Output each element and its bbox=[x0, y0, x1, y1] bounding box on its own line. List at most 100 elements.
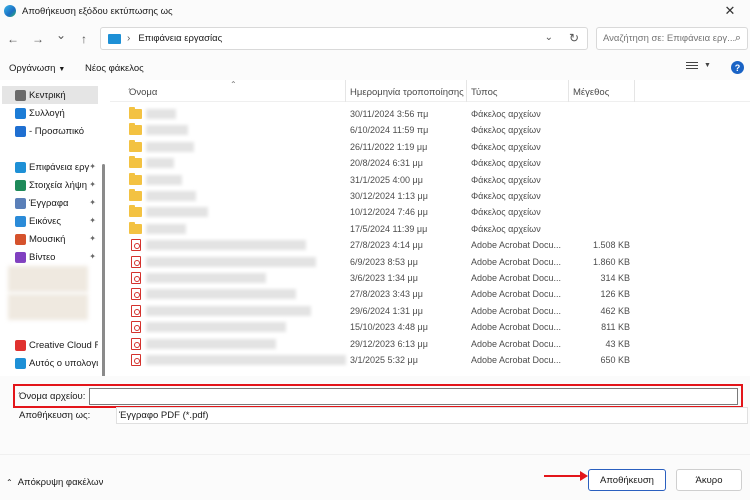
sidebar-item[interactable]: Συλλογή bbox=[2, 104, 98, 122]
back-icon[interactable]: ← bbox=[5, 31, 21, 47]
new-folder-button[interactable]: Νέος φάκελος bbox=[85, 63, 144, 74]
close-icon[interactable]: ✕ bbox=[710, 0, 750, 22]
recent-locations-icon[interactable]: ⌄ bbox=[53, 27, 69, 43]
redacted-region bbox=[8, 294, 88, 320]
filename-input[interactable] bbox=[89, 388, 738, 405]
address-path[interactable]: Επιφάνεια εργασίας bbox=[138, 33, 222, 44]
file-row[interactable]: 15/10/2023 4:48 μμ Adobe Acrobat Docu... 8… bbox=[110, 319, 750, 335]
sidebar-item[interactable]: Βίντεο ✦ bbox=[2, 248, 98, 266]
file-row[interactable]: 29/6/2024 1:31 μμ Adobe Acrobat Docu... 46… bbox=[110, 303, 750, 319]
file-row[interactable]: 3/1/2025 5:32 μμ Adobe Acrobat Docu... 650… bbox=[110, 352, 750, 368]
column-size[interactable]: Μέγεθος bbox=[573, 87, 609, 98]
title-bar: Αποθήκευση εξόδου εκτύπωσης ως ✕ bbox=[0, 0, 750, 22]
chevron-down-icon[interactable]: ⌄ bbox=[545, 32, 553, 43]
column-divider[interactable] bbox=[345, 80, 346, 102]
videos-icon bbox=[15, 251, 26, 263]
address-bar[interactable]: › Επιφάνεια εργασίας ⌄ ↻ bbox=[100, 27, 588, 50]
column-type[interactable]: Τύπος bbox=[471, 87, 497, 98]
folder-row[interactable]: 17/5/2024 11:39 μμ Φάκελος αρχείων bbox=[110, 221, 750, 237]
column-divider[interactable] bbox=[466, 80, 467, 102]
sidebar-item[interactable]: Κεντρική bbox=[2, 86, 98, 104]
file-date: 29/12/2023 6:13 μμ bbox=[350, 338, 428, 349]
sidebar-item[interactable]: Στοιχεία λήψη ✦ bbox=[2, 176, 98, 194]
file-date: 17/5/2024 11:39 μμ bbox=[350, 223, 428, 234]
sidebar-item-label: Εικόνες bbox=[29, 215, 61, 227]
file-size: 650 KB bbox=[600, 355, 630, 365]
navigation-scrollbar[interactable] bbox=[101, 164, 106, 376]
chevron-up-icon: ⌃ bbox=[6, 478, 13, 487]
up-icon[interactable]: ↑ bbox=[76, 31, 92, 47]
documents-icon bbox=[15, 197, 26, 209]
forward-icon[interactable]: → bbox=[30, 31, 46, 47]
file-type: Φάκελος αρχείων bbox=[471, 223, 541, 234]
file-date: 10/12/2024 7:46 μμ bbox=[350, 207, 428, 218]
folder-icon bbox=[129, 107, 142, 119]
file-size: 314 KB bbox=[600, 273, 630, 283]
file-row[interactable]: 27/8/2023 4:14 μμ Adobe Acrobat Docu... 1.… bbox=[110, 237, 750, 253]
view-options-icon[interactable] bbox=[686, 62, 698, 72]
file-size: 1.508 KB bbox=[592, 240, 630, 251]
hide-folders-button[interactable]: ⌃ Απόκρυψη φακέλων bbox=[6, 477, 103, 488]
file-date: 3/1/2025 5:32 μμ bbox=[350, 355, 418, 365]
sidebar-item[interactable]: Εικόνες ✦ bbox=[2, 212, 98, 230]
redacted-filename bbox=[146, 338, 276, 349]
folder-row[interactable]: 20/8/2024 6:31 μμ Φάκελος αρχείων bbox=[110, 155, 750, 171]
folder-row[interactable]: 26/11/2022 1:19 μμ Φάκελος αρχείων bbox=[110, 139, 750, 155]
refresh-icon[interactable]: ↻ bbox=[569, 31, 579, 45]
sidebar-item-label: Στοιχεία λήψη bbox=[29, 179, 87, 191]
save-type-select[interactable]: Έγγραφο PDF (*.pdf) bbox=[116, 407, 748, 424]
organize-button[interactable]: Οργάνωση ▼ bbox=[9, 63, 65, 74]
file-row[interactable]: 6/9/2023 8:53 μμ Adobe Acrobat Docu... 1.8… bbox=[110, 254, 750, 270]
file-type: Φάκελος αρχείων bbox=[471, 125, 541, 136]
column-date[interactable]: Ημερομηνία τροποποίησης bbox=[350, 87, 464, 98]
file-type: Φάκελος αρχείων bbox=[471, 207, 541, 218]
redacted-filename bbox=[146, 191, 196, 201]
search-icon[interactable]: ⌕ bbox=[735, 32, 741, 45]
folder-row[interactable]: 6/10/2024 11:59 πμ Φάκελος αρχείων bbox=[110, 122, 750, 138]
folder-row[interactable]: 30/12/2024 1:13 μμ Φάκελος αρχείων bbox=[110, 188, 750, 204]
pdf-icon bbox=[131, 288, 141, 301]
pdf-icon bbox=[131, 321, 141, 334]
file-row[interactable]: 27/8/2023 3:43 μμ Adobe Acrobat Docu... 12… bbox=[110, 286, 750, 302]
file-size: 126 KB bbox=[600, 289, 630, 300]
save-button[interactable]: Αποθήκευση bbox=[588, 469, 666, 491]
redacted-filename bbox=[146, 223, 186, 234]
sidebar-item-label: Κεντρική bbox=[29, 89, 66, 101]
redacted-filename bbox=[146, 174, 182, 185]
pdf-icon bbox=[131, 354, 141, 366]
search-input[interactable]: Αναζήτηση σε: Επιφάνεια εργ... ⌕ bbox=[596, 27, 748, 50]
redacted-filename bbox=[146, 322, 286, 333]
file-type: Adobe Acrobat Docu... bbox=[471, 355, 562, 365]
sidebar-item[interactable]: Αυτός ο υπολογισ bbox=[2, 354, 98, 372]
file-row[interactable]: 3/6/2023 1:34 μμ Adobe Acrobat Docu... 314… bbox=[110, 270, 750, 286]
sidebar-item[interactable]: - Προσωπικό bbox=[2, 122, 98, 140]
caret-down-icon[interactable]: ▼ bbox=[704, 62, 711, 69]
file-date: 6/9/2023 8:53 μμ bbox=[350, 256, 418, 267]
sidebar-item-label: Επιφάνεια εργ bbox=[29, 161, 90, 173]
folder-row[interactable]: 10/12/2024 7:46 μμ Φάκελος αρχείων bbox=[110, 204, 750, 220]
column-divider[interactable] bbox=[634, 80, 635, 102]
sidebar-item[interactable]: Μουσική ✦ bbox=[2, 230, 98, 248]
scrollbar-thumb[interactable] bbox=[102, 164, 105, 376]
pin-icon: ✦ bbox=[89, 198, 96, 207]
folder-row[interactable]: 31/1/2025 4:00 μμ Φάκελος αρχείων bbox=[110, 172, 750, 188]
file-type: Adobe Acrobat Docu... bbox=[471, 256, 562, 267]
file-row[interactable]: 29/12/2023 6:13 μμ Adobe Acrobat Docu... 4… bbox=[110, 336, 750, 352]
redacted-filename bbox=[146, 256, 316, 267]
file-type: Adobe Acrobat Docu... bbox=[471, 240, 562, 251]
column-divider[interactable] bbox=[568, 80, 569, 102]
column-name[interactable]: Όνομα bbox=[129, 87, 157, 98]
file-date: 31/1/2025 4:00 μμ bbox=[350, 174, 423, 185]
folder-icon bbox=[129, 205, 142, 218]
file-date: 3/6/2023 1:34 μμ bbox=[350, 273, 418, 283]
sidebar-item-label: Έγγραφα bbox=[29, 197, 69, 209]
file-type: Φάκελος αρχείων bbox=[471, 191, 541, 201]
sidebar-item[interactable]: Creative Cloud File bbox=[2, 336, 98, 354]
cancel-button[interactable]: Άκυρο bbox=[676, 469, 742, 491]
file-date: 27/8/2023 4:14 μμ bbox=[350, 240, 423, 251]
sidebar-item[interactable]: Έγγραφα ✦ bbox=[2, 194, 98, 212]
save-type-label: Αποθήκευση ως: bbox=[19, 410, 91, 421]
sidebar-item[interactable]: Επιφάνεια εργ ✦ bbox=[2, 158, 98, 176]
folder-row[interactable]: 30/11/2024 3:56 πμ Φάκελος αρχείων bbox=[110, 106, 750, 122]
help-icon[interactable]: ? bbox=[731, 61, 744, 74]
